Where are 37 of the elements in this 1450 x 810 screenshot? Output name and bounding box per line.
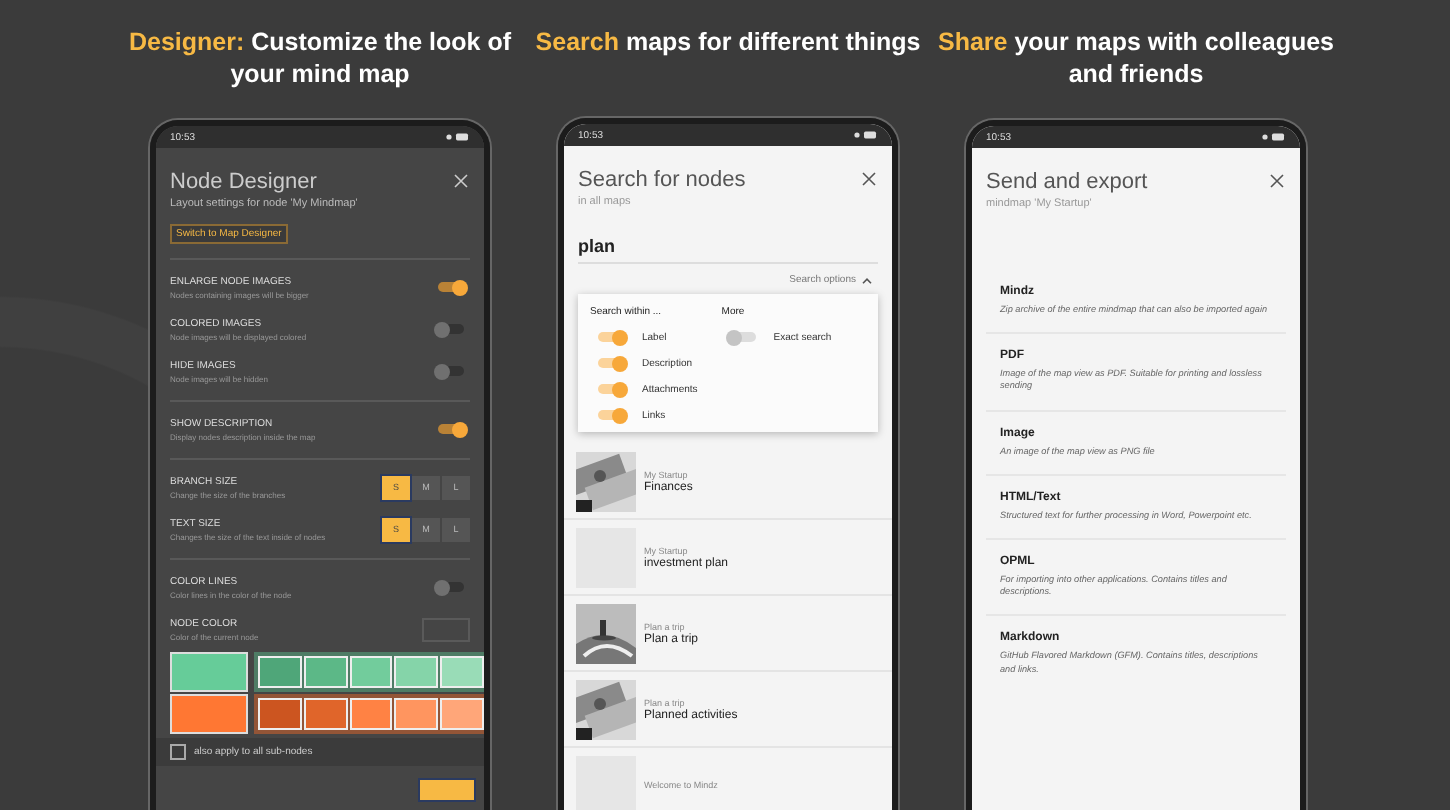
- dialog-title: Search for nodes: [578, 168, 746, 193]
- color-swatch[interactable]: [258, 698, 302, 730]
- toggle-switch[interactable]: [438, 424, 464, 434]
- color-swatch[interactable]: [349, 656, 393, 688]
- confirm-button[interactable]: [418, 778, 476, 802]
- color-swatch[interactable]: [394, 698, 439, 730]
- toggle-switch[interactable]: [438, 282, 464, 292]
- battery-icon: [854, 130, 878, 141]
- headline: Designer: Customize the look of your mind map: [127, 26, 513, 90]
- caret-up-icon: [862, 277, 872, 284]
- battery-icon: [446, 132, 470, 142]
- headline: Share your maps with colleagues and friends: [936, 26, 1336, 90]
- toggle-switch[interactable]: [598, 358, 624, 369]
- color-swatch[interactable]: [258, 656, 302, 688]
- toggle-switch[interactable]: [438, 366, 464, 376]
- toggle-switch[interactable]: [598, 384, 624, 395]
- toggle-switch[interactable]: [438, 582, 464, 592]
- color-swatch[interactable]: [303, 656, 348, 688]
- color-swatch[interactable]: [170, 652, 248, 692]
- toggle-switch[interactable]: [438, 324, 464, 334]
- color-swatch[interactable]: [440, 698, 484, 730]
- color-swatch[interactable]: [440, 656, 484, 688]
- checkbox[interactable]: [170, 744, 186, 760]
- dialog-title: Send and export: [986, 170, 1148, 194]
- battery-icon: [1262, 132, 1286, 142]
- color-swatch[interactable]: [349, 698, 393, 730]
- color-swatch[interactable]: [303, 698, 348, 730]
- color-swatch[interactable]: [170, 694, 248, 734]
- toggle-switch[interactable]: [729, 332, 756, 343]
- toggle-switch[interactable]: [598, 410, 624, 421]
- close-icon[interactable]: [862, 172, 876, 187]
- color-swatch[interactable]: [394, 656, 439, 688]
- headline: Search maps for different things: [533, 26, 923, 60]
- dialog-title: Node Designer: [170, 170, 317, 194]
- search-field[interactable]: plan: [578, 236, 878, 265]
- toggle-switch[interactable]: [598, 332, 624, 343]
- close-icon[interactable]: [1270, 174, 1284, 188]
